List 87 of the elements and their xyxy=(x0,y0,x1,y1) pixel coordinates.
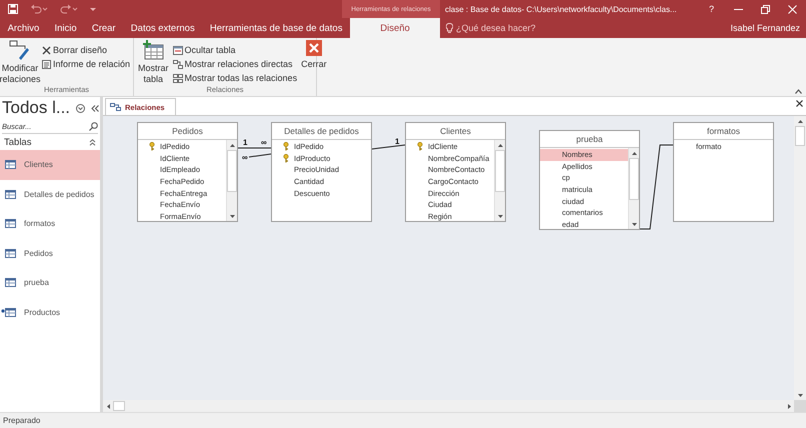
report-icon xyxy=(42,60,51,68)
relationship-mark: 1 xyxy=(243,138,248,147)
save-icon[interactable] xyxy=(8,4,18,14)
ribbon-button[interactable]: Mostrar todas las relaciones xyxy=(170,71,300,85)
scroll-down-icon[interactable] xyxy=(798,394,802,396)
ribbon-button[interactable]: Borrar diseño xyxy=(40,43,132,57)
ribbon-button[interactable]: Mostrar tabla xyxy=(136,40,171,85)
table-title: Detalles de pedidos xyxy=(272,123,371,140)
search-icon[interactable] xyxy=(89,122,98,130)
all-relations-icon xyxy=(172,74,183,82)
scroll-left-icon[interactable] xyxy=(106,404,110,408)
direct-relations-icon xyxy=(172,60,183,68)
relationship-mark: ∞ xyxy=(242,153,248,162)
ribbon-tab[interactable]: Herramientas de base de datos xyxy=(202,18,350,38)
ribbon-tab[interactable]: Crear xyxy=(84,18,124,38)
nav-item[interactable]: Productos xyxy=(0,298,100,327)
scroll-down-icon[interactable] xyxy=(632,222,636,226)
status-text: Preparado xyxy=(0,412,806,428)
scroll-up-icon[interactable] xyxy=(498,144,502,146)
redo-icon[interactable] xyxy=(60,4,78,14)
nav-pane-title[interactable]: Todos l... xyxy=(2,98,70,118)
nav-item[interactable]: Clientes xyxy=(0,150,100,180)
key-icon xyxy=(149,142,155,151)
scrollbar-corner xyxy=(794,400,806,412)
ribbon-button[interactable]: Mostrar relaciones directas xyxy=(170,57,300,71)
ribbon-tab[interactable]: Inicio xyxy=(46,18,84,38)
key-icon xyxy=(283,142,289,151)
scroll-up-icon[interactable] xyxy=(632,152,636,154)
ribbon-tab[interactable]: Archivo xyxy=(0,18,47,38)
collapse-pane-icon[interactable] xyxy=(91,104,100,112)
user-name[interactable]: Isabel Fernandez xyxy=(730,18,800,38)
close-icon[interactable] xyxy=(796,100,803,107)
collapse-section-icon[interactable] xyxy=(89,138,96,146)
lightbulb-icon xyxy=(446,23,453,33)
close-icon xyxy=(42,46,51,54)
relationship-line[interactable] xyxy=(640,144,674,230)
table-icon xyxy=(5,278,16,288)
nav-item[interactable]: Pedidos xyxy=(0,238,100,268)
table-icon xyxy=(5,190,16,199)
scroll-down-icon[interactable] xyxy=(230,214,234,218)
scrollbar[interactable] xyxy=(226,140,237,221)
hide-table-icon xyxy=(172,46,183,54)
restore-icon xyxy=(761,4,770,14)
scroll-thumb[interactable] xyxy=(795,126,805,146)
tell-me-field[interactable]: ¿Qué desea hacer? xyxy=(456,23,536,33)
key-icon xyxy=(417,142,423,151)
dropdown-icon[interactable] xyxy=(76,104,86,112)
relationship-line[interactable] xyxy=(248,154,272,158)
add-table-icon xyxy=(142,40,164,60)
scroll-down-icon[interactable] xyxy=(498,214,502,218)
key-icon xyxy=(283,154,289,163)
nav-item[interactable]: prueba xyxy=(0,268,100,298)
relationships-icon xyxy=(110,103,121,111)
relationship-mark: ∞ xyxy=(261,138,267,147)
table-title: formatos xyxy=(674,123,773,140)
relationship-mark: 1 xyxy=(395,137,400,146)
collapse-ribbon-icon[interactable] xyxy=(795,89,802,94)
ribbon-button[interactable]: Modificar relaciones xyxy=(0,40,40,85)
ribbon-button[interactable]: Informe de relación xyxy=(40,57,132,71)
scrollbar[interactable] xyxy=(494,140,505,221)
close-icon xyxy=(788,4,797,14)
ribbon-tab[interactable]: Diseño xyxy=(350,18,440,38)
close-icon xyxy=(306,40,322,56)
table-title: Pedidos xyxy=(138,123,237,140)
undo-icon[interactable] xyxy=(30,4,48,14)
minimize-icon xyxy=(734,8,743,10)
scroll-thumb[interactable] xyxy=(113,401,125,411)
table-title: prueba xyxy=(540,131,639,148)
scroll-right-icon[interactable] xyxy=(788,404,790,408)
table-title: Clientes xyxy=(406,123,505,140)
help-button[interactable]: ? xyxy=(698,0,725,18)
nav-item[interactable]: Detalles de pedidos xyxy=(0,180,100,209)
table-icon xyxy=(5,248,16,258)
scroll-up-icon[interactable] xyxy=(798,120,802,122)
nav-item[interactable]: formatos xyxy=(0,209,100,238)
ribbon-button[interactable]: Cerrar xyxy=(299,40,329,70)
ribbon-tab[interactable]: Datos externos xyxy=(123,18,202,38)
relationship-pencil-icon xyxy=(9,40,31,60)
scroll-up-icon[interactable] xyxy=(230,144,234,146)
table-icon xyxy=(5,219,16,228)
scrollbar[interactable] xyxy=(628,148,639,229)
window-title: clase : Base de datos- C:\Users\networkfaculty\Documents\clas... xyxy=(445,4,677,14)
section-header[interactable]: Tablas xyxy=(4,136,32,148)
ribbon-button[interactable]: Ocultar tabla xyxy=(170,43,300,57)
relationship-line[interactable] xyxy=(372,144,406,150)
table-icon xyxy=(5,160,16,170)
customize-icon[interactable] xyxy=(90,6,96,12)
